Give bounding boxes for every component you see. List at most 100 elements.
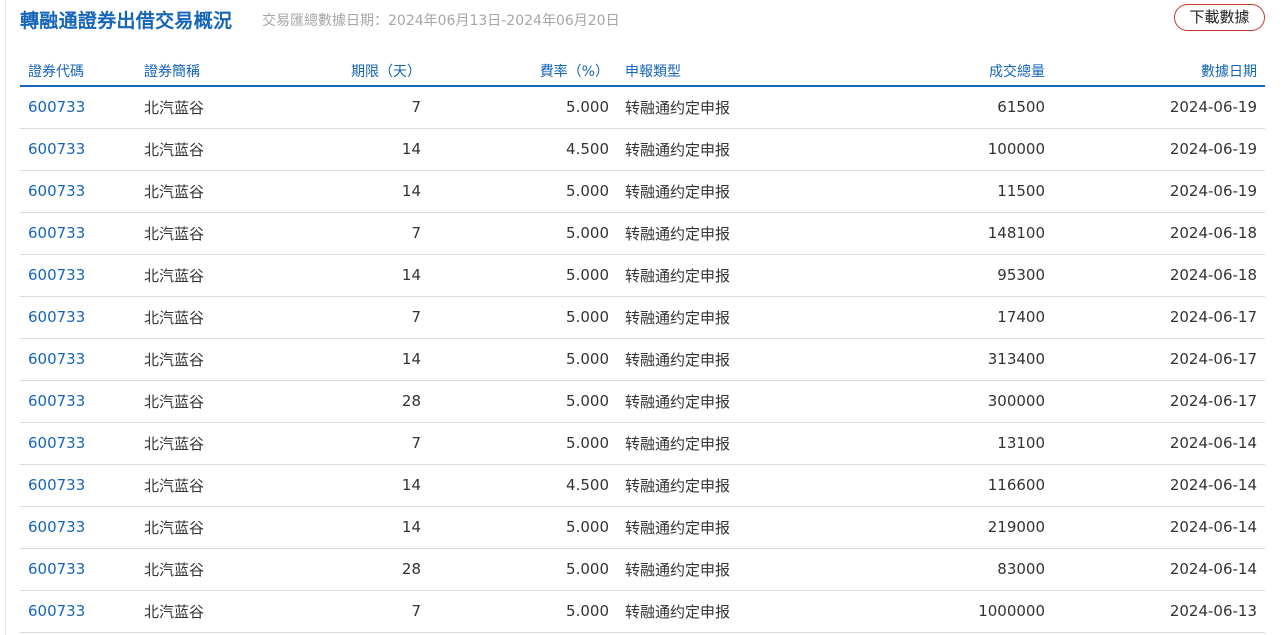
cell-declaration-type: 转融通约定申报 [625, 434, 731, 453]
cell-data-date: 2024-06-18 [1169, 266, 1257, 284]
table-row: 600733 北汽蓝谷 14 5.000 转融通约定申报 219000 2024-06-14 [20, 506, 1265, 548]
cell-security-name: 北汽蓝谷 [144, 224, 205, 243]
cell-fee-rate: 5.000 [566, 266, 609, 284]
cell-security-name: 北汽蓝谷 [144, 266, 205, 285]
cell-declaration-type: 转融通约定申报 [625, 350, 731, 369]
cell-declaration-type: 转融通约定申报 [625, 518, 731, 537]
cell-data-date: 2024-06-17 [1169, 392, 1257, 410]
table-row: 600733 北汽蓝谷 7 5.000 转融通约定申报 13100 2024-06-14 [20, 422, 1265, 464]
cell-security-code[interactable]: 600733 [20, 464, 136, 506]
cell-data-date: 2024-06-17 [1169, 308, 1257, 326]
cell-total-volume: 95300 [997, 266, 1045, 284]
cell-total-volume: 1000000 [978, 602, 1045, 620]
cell-security-name: 北汽蓝谷 [144, 98, 205, 117]
table-row: 600733 北汽蓝谷 14 4.500 转融通约定申报 116600 2024-06-14 [20, 464, 1265, 506]
cell-fee-rate: 4.500 [566, 476, 609, 494]
cell-term-days: 7 [411, 98, 421, 117]
cell-total-volume: 300000 [987, 392, 1045, 410]
cell-fee-rate: 5.000 [566, 308, 609, 326]
table-row: 600733 北汽蓝谷 7 5.000 转融通约定申报 61500 2024-06-19 [20, 86, 1265, 128]
cell-term-days: 7 [411, 602, 421, 620]
cell-security-name: 北汽蓝谷 [144, 518, 205, 537]
cell-security-name: 北汽蓝谷 [144, 434, 205, 453]
cell-fee-rate: 5.000 [566, 182, 609, 200]
data-date-range: 交易匯總數據日期：2024年06月13日-2024年06月20日 [262, 13, 620, 29]
table-row: 600733 北汽蓝谷 14 5.000 转融通约定申报 313400 2024-06-17 [20, 338, 1265, 380]
cell-security-name: 北汽蓝谷 [144, 140, 205, 159]
cell-term-days: 28 [401, 560, 421, 578]
cell-security-code[interactable]: 600733 [20, 548, 136, 590]
cell-declaration-type: 转融通约定申报 [625, 224, 731, 243]
cell-declaration-type: 转融通约定申报 [625, 182, 731, 201]
cell-declaration-type: 转融通约定申报 [625, 140, 731, 159]
cell-declaration-type: 转融通约定申报 [625, 308, 731, 327]
cell-fee-rate: 5.000 [566, 350, 609, 368]
table-body: 600733 北汽蓝谷 7 5.000 转融通约定申报 61500 2024-06-19 60… [20, 86, 1265, 632]
cell-fee-rate: 5.000 [566, 224, 609, 242]
cell-security-name: 北汽蓝谷 [144, 350, 205, 369]
cell-security-code[interactable]: 600733 [20, 590, 136, 632]
cell-term-days: 14 [401, 350, 421, 368]
cell-term-days: 14 [401, 518, 421, 536]
cell-fee-rate: 5.000 [566, 392, 609, 410]
cell-security-code[interactable]: 600733 [20, 86, 136, 128]
cell-total-volume: 100000 [987, 140, 1045, 158]
cell-declaration-type: 转融通约定申报 [625, 392, 731, 411]
cell-security-code[interactable]: 600733 [20, 128, 136, 170]
col-header-code: 證券代碼 [28, 63, 84, 80]
cell-total-volume: 11500 [997, 182, 1045, 200]
page-header: 轉融通證券出借交易概況 交易匯總數據日期：2024年06月13日-2024年06… [20, 4, 1265, 34]
table-header-row: 證券代碼 證券簡稱 期限（天） 費率（%） 申報類型 成交總量 數據日期 [20, 56, 1265, 86]
col-header-type: 申報類型 [625, 63, 681, 80]
table-row: 600733 北汽蓝谷 7 5.000 转融通约定申报 148100 2024-06-18 [20, 212, 1265, 254]
cell-security-name: 北汽蓝谷 [144, 602, 205, 621]
col-header-rate: 費率（%） [539, 63, 609, 80]
cell-security-code[interactable]: 600733 [20, 338, 136, 380]
cell-security-name: 北汽蓝谷 [144, 476, 205, 495]
col-header-name: 證券簡稱 [144, 63, 200, 80]
cell-security-code[interactable]: 600733 [20, 506, 136, 548]
cell-security-code[interactable]: 600733 [20, 422, 136, 464]
cell-security-code[interactable]: 600733 [20, 254, 136, 296]
cell-term-days: 7 [411, 308, 421, 326]
table-row: 600733 北汽蓝谷 28 5.000 转融通约定申报 300000 2024-06-17 [20, 380, 1265, 422]
cell-fee-rate: 5.000 [566, 518, 609, 536]
cell-security-name: 北汽蓝谷 [144, 560, 205, 579]
cell-security-code[interactable]: 600733 [20, 380, 136, 422]
cell-data-date: 2024-06-19 [1169, 98, 1257, 117]
cell-data-date: 2024-06-14 [1169, 518, 1257, 536]
cell-security-code[interactable]: 600733 [20, 170, 136, 212]
cell-declaration-type: 转融通约定申报 [625, 560, 731, 579]
cell-term-days: 7 [411, 224, 421, 242]
cell-data-date: 2024-06-14 [1169, 560, 1257, 578]
cell-security-name: 北汽蓝谷 [144, 308, 205, 327]
page-title: 轉融通證券出借交易概況 [20, 10, 233, 32]
cell-term-days: 14 [401, 182, 421, 200]
cell-total-volume: 13100 [997, 434, 1045, 452]
cell-fee-rate: 5.000 [566, 602, 609, 620]
cell-data-date: 2024-06-17 [1169, 350, 1257, 368]
cell-security-code[interactable]: 600733 [20, 212, 136, 254]
table-row: 600733 北汽蓝谷 7 5.000 转融通约定申报 1000000 2024-06-13 [20, 590, 1265, 632]
cell-declaration-type: 转融通约定申报 [625, 266, 731, 285]
cell-term-days: 14 [401, 140, 421, 158]
cell-data-date: 2024-06-13 [1169, 602, 1257, 620]
cell-total-volume: 61500 [997, 98, 1045, 117]
cell-declaration-type: 转融通约定申报 [625, 476, 731, 495]
cell-security-code[interactable]: 600733 [20, 296, 136, 338]
cell-data-date: 2024-06-18 [1169, 224, 1257, 242]
cell-total-volume: 17400 [997, 308, 1045, 326]
table-row: 600733 北汽蓝谷 28 5.000 转融通约定申报 83000 2024-06-14 [20, 548, 1265, 590]
cell-data-date: 2024-06-19 [1169, 140, 1257, 158]
cell-data-date: 2024-06-19 [1169, 182, 1257, 200]
download-data-button[interactable]: 下載數據 [1174, 4, 1265, 31]
cell-total-volume: 148100 [987, 224, 1045, 242]
cell-total-volume: 83000 [997, 560, 1045, 578]
cell-security-name: 北汽蓝谷 [144, 182, 205, 201]
cell-fee-rate: 4.500 [566, 140, 609, 158]
table-row: 600733 北汽蓝谷 7 5.000 转融通约定申报 17400 2024-06-17 [20, 296, 1265, 338]
left-divider [5, 0, 6, 635]
cell-declaration-type: 转融通约定申报 [625, 602, 731, 621]
cell-term-days: 14 [401, 476, 421, 494]
cell-data-date: 2024-06-14 [1169, 476, 1257, 494]
